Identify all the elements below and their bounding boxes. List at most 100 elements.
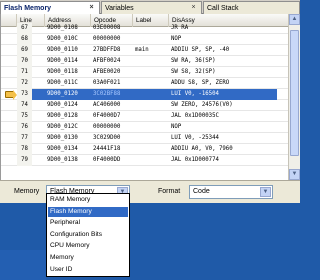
table-row[interactable]: 75 9D00_0128 0F4000D7 JAL 0x1D00035C [1,111,300,122]
cell-address: 9D00_0124 [47,102,78,108]
cell-line: 74 [17,100,32,111]
cell-label [133,89,169,100]
cell-label [133,100,169,111]
table-row[interactable]: 77 9D00_0130 3C029D00 LUI V0, -25344 [1,133,300,144]
memory-option[interactable]: Configuration Bits [48,230,128,240]
memory-option[interactable]: Peripheral [48,218,128,228]
format-label: Format [158,188,181,195]
cell-disassy: JR RA [171,25,189,31]
cell-disassy: ADDU S8, SP, ZERO [171,80,230,86]
tab-strip: Flash Memory × Variables × Call Stack [0,0,300,14]
cell-opcode: 24441F18 [93,146,121,152]
cell-address: 9D00_0134 [47,146,78,152]
close-icon[interactable]: × [189,3,198,12]
cell-opcode: 0F4000DD [93,157,121,163]
memory-option[interactable]: RAM Memory [48,195,128,205]
cell-address: 9D00_011C [47,80,78,86]
cell-label [133,144,169,155]
cell-address: 9D00_0108 [47,25,78,31]
memory-option[interactable]: Flash Memory [48,206,128,217]
cell-label [133,78,169,89]
tab-flash-memory[interactable]: Flash Memory × [0,1,100,14]
scroll-up-icon[interactable]: ▲ [289,14,300,25]
cell-opcode: 27BDFFD8 [93,47,121,53]
table-row[interactable]: 71 9D00_0118 AFBE0020 SW S8, 32(SP) [1,67,300,78]
tab-variables[interactable]: Variables × [101,1,202,14]
cell-disassy: SW RA, 36(SP) [171,58,216,64]
close-icon[interactable]: × [87,3,96,12]
cell-address: 9D00_012C [47,124,78,130]
format-select-value: Code [193,188,210,195]
memory-option[interactable]: Memory [48,253,128,263]
tab-label: Variables [105,4,134,12]
table-row[interactable]: 69 9D00_0110 27BDFFD8 main ADDIU SP, SP, -40 [1,45,300,56]
memory-grid: Line Address Opcode Label DisAssy 67 9D00… [0,14,300,180]
cell-address: 9D00_0120 [47,91,78,97]
memory-option[interactable]: User ID [48,265,128,275]
cell-label: main [135,47,149,53]
cell-opcode: 3C02BF88 [93,91,121,97]
cell-line: 73 [17,89,32,100]
table-row[interactable]: 67 9D00_0108 03E00008 JR RA [1,23,300,34]
cell-opcode: 03E00008 [93,25,121,31]
cell-line: 78 [17,144,32,155]
cell-opcode: 0F4000D7 [93,113,121,119]
scroll-down-icon[interactable]: ▼ [289,169,300,180]
tab-call-stack[interactable]: Call Stack [203,1,300,14]
cell-line: 76 [17,122,32,133]
format-select[interactable]: Code ▼ [189,185,273,199]
cell-disassy: SW ZERO, 24576(V0) [171,102,233,108]
desktop-background [0,250,46,280]
cell-address: 9D00_010C [47,36,78,42]
cell-address: 9D00_0128 [47,113,78,119]
chevron-down-icon[interactable]: ▼ [260,187,271,197]
vertical-scrollbar[interactable]: ▲ ▼ [288,14,300,180]
cell-label [133,56,169,67]
cell-disassy: ADDIU SP, SP, -40 [171,47,230,53]
cell-address: 9D00_0130 [47,135,78,141]
cell-label [133,111,169,122]
cell-line: 72 [17,78,32,89]
tab-label: Flash Memory [4,4,52,12]
cell-address: 9D00_0114 [47,58,78,64]
cell-disassy: ADDIU A0, V0, 7960 [171,146,233,152]
cell-disassy: LUI V0, -25344 [171,135,219,141]
cell-label [133,122,169,133]
cell-line: 67 [17,23,32,34]
memory-format-panel: Memory Flash Memory ▼ Format Code ▼ [0,180,300,203]
cell-opcode: 00000000 [93,124,121,130]
cell-disassy: JAL 0x1D000774 [171,157,219,163]
table-row[interactable]: 70 9D00_0114 AFBF0024 SW RA, 36(SP) [1,56,300,67]
cell-address: 9D00_0138 [47,157,78,163]
cell-line: 69 [17,45,32,56]
table-row[interactable]: 72 9D00_011C 03A0F021 ADDU S8, SP, ZERO [1,78,300,89]
cell-disassy: NOP [171,124,182,130]
memory-option[interactable]: CPU Memory [48,241,128,251]
cell-label [133,23,169,34]
cell-opcode: AFBE0020 [93,69,121,75]
cell-disassy: NOP [171,36,182,42]
cell-label [133,67,169,78]
table-row[interactable]: 73 9D00_0120 3C02BF88 LUI V0, -16504 [1,89,300,100]
scroll-thumb[interactable] [290,30,299,156]
table-row[interactable]: 74 9D00_0124 AC406000 SW ZERO, 24576(V0) [1,100,300,111]
table-row[interactable]: 68 9D00_010C 00000000 NOP [1,34,300,45]
cell-opcode: 00000000 [93,36,121,42]
program-counter-arrow-icon [5,90,17,100]
cell-disassy: SW S8, 32(SP) [171,69,216,75]
cell-label [133,34,169,45]
cell-label [133,155,169,166]
memory-dropdown-list: RAM Memory Flash Memory Peripheral Configur… [46,193,130,277]
cell-opcode: 03A0F021 [93,80,121,86]
table-row[interactable]: 76 9D00_012C 00000000 NOP [1,122,300,133]
cell-line: 70 [17,56,32,67]
cell-opcode: 3C029D00 [93,135,121,141]
table-row[interactable]: 78 9D00_0134 24441F18 ADDIU A0, V0, 7960 [1,144,300,155]
cell-address: 9D00_0110 [47,47,78,53]
cell-label [133,133,169,144]
cell-disassy: JAL 0x1D00035C [171,113,219,119]
tab-label: Call Stack [207,4,239,12]
table-row[interactable]: 79 9D00_0138 0F4000DD JAL 0x1D000774 [1,155,300,166]
cell-line: 75 [17,111,32,122]
cell-opcode: AC406000 [93,102,121,108]
